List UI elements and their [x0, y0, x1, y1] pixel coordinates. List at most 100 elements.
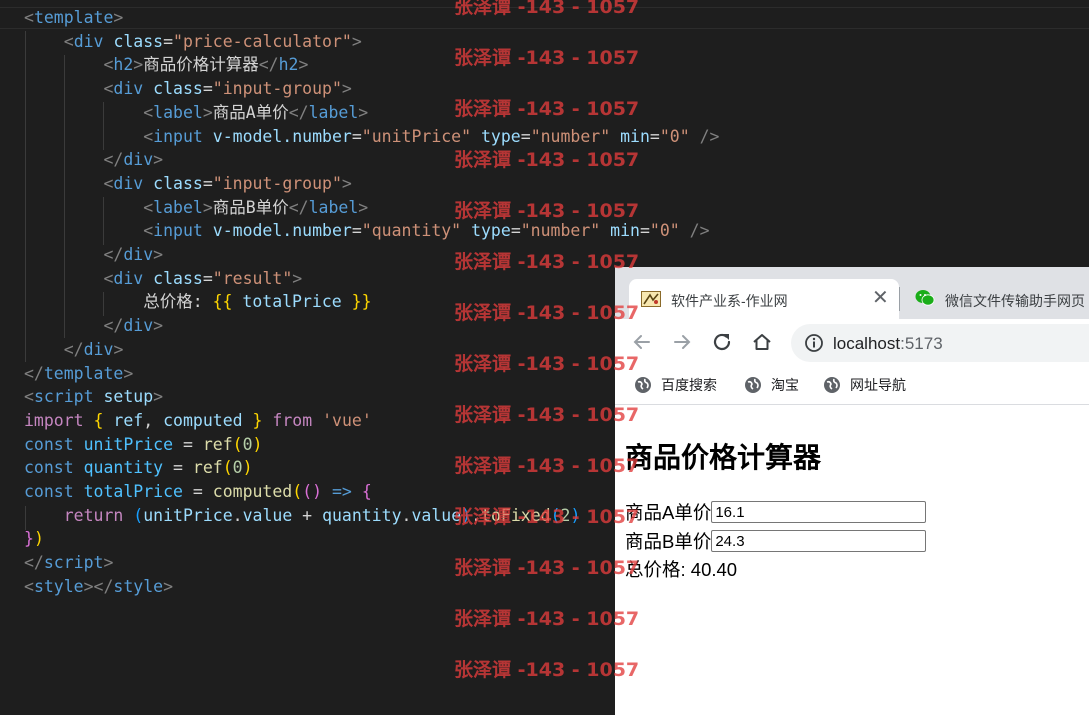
code-line: </script>: [24, 551, 113, 575]
bookmarks-bar: 百度搜索 淘宝 网址导航: [615, 367, 1089, 405]
code-token: 0: [232, 458, 243, 478]
code-token: </: [24, 363, 44, 383]
code-token: =: [173, 434, 203, 454]
code-line: }): [24, 527, 44, 551]
code-token: >: [113, 8, 124, 27]
code-token: return: [63, 505, 124, 525]
code-token: >: [123, 363, 134, 383]
unit-price-a-input[interactable]: [711, 501, 927, 523]
code-token: <: [24, 387, 34, 407]
unit-price-b-input[interactable]: [711, 530, 927, 552]
forward-arrow-icon[interactable]: [670, 330, 694, 354]
unit-price-b-label: 商品B单价: [625, 531, 712, 552]
wechat-icon: [915, 290, 935, 306]
code-token: <: [103, 55, 114, 75]
code-token: div: [123, 150, 154, 170]
code-token: >: [341, 79, 352, 99]
watermark-text: 张泽谭 -143 - 1057: [454, 0, 640, 18]
watermark-text: 张泽谭 -143 - 1057: [454, 98, 640, 120]
code-line: </div>: [24, 243, 163, 267]
code-token: >: [341, 173, 352, 193]
code-token: "0": [649, 221, 680, 241]
code-token: >: [153, 316, 164, 336]
globe-icon: [824, 377, 840, 393]
tab-title-2[interactable]: 微信文件传输助手网页: [945, 291, 1085, 311]
reload-icon[interactable]: [710, 330, 734, 354]
code-line: <div class="input-group">: [24, 172, 352, 196]
home-icon[interactable]: [750, 330, 774, 354]
code-token: .: [232, 505, 243, 525]
browser-toolbar: localhost:5173: [615, 319, 1089, 367]
browser-window[interactable]: 软件产业系-作业网 ✕ 微信文件传输助手网页 localhost:5173 百度…: [615, 267, 1089, 715]
bookmark-label: 百度搜索: [661, 377, 717, 393]
bookmark-taobao[interactable]: 淘宝: [744, 374, 799, 396]
code-token: type: [481, 126, 521, 146]
code-token: "input-group": [212, 79, 342, 99]
site-info-icon[interactable]: [803, 332, 825, 354]
watermark-text: 张泽谭 -143 - 1057: [454, 47, 640, 69]
code-token: =: [520, 126, 531, 146]
code-token: label: [153, 102, 203, 122]
globe-icon: [635, 377, 651, 393]
code-token: 商品价格计算器: [143, 55, 259, 75]
url-text[interactable]: localhost:5173: [833, 334, 943, 354]
code-token: div: [83, 339, 114, 359]
code-line: <style></style>: [24, 575, 173, 599]
code-token: =: [639, 221, 650, 241]
code-line: <div class="result">: [24, 267, 302, 291]
code-token: script: [33, 387, 94, 407]
watermark-text: 张泽谭 -143 - 1057: [454, 200, 640, 222]
code-token: "number": [530, 126, 611, 146]
code-token: >: [351, 31, 362, 51]
bookmark-baidu[interactable]: 百度搜索: [634, 374, 717, 396]
code-line: const totalPrice = computed(() => {: [24, 480, 372, 504]
code-token: class: [113, 31, 164, 51]
watermark-text: 张泽谭 -143 - 1057: [454, 608, 640, 630]
close-tab-icon[interactable]: ✕: [872, 287, 889, 309]
code-token: "quantity": [361, 221, 462, 241]
code-token: "input-group": [212, 173, 342, 193]
code-token: />: [699, 126, 720, 146]
code-token: >: [358, 102, 369, 122]
bookmark-nav[interactable]: 网址导航: [823, 374, 906, 396]
code-token: />: [689, 221, 710, 241]
code-token: </: [63, 339, 84, 359]
code-token: (: [232, 434, 243, 454]
watermark-text: 张泽谭 -143 - 1057: [454, 251, 640, 273]
code-token: quantity: [83, 458, 164, 478]
code-token: h2: [113, 55, 134, 75]
code-line: const unitPrice = ref(0): [24, 433, 262, 457]
code-token: =: [182, 482, 213, 501]
code-token: <: [63, 31, 74, 51]
code-token: 0: [242, 434, 253, 454]
code-token: </: [103, 245, 124, 264]
code-line: <label>商品A单价</label>: [24, 101, 368, 125]
watermark-text: 张泽谭 -143 - 1057: [454, 557, 640, 579]
watermark-text: 张泽谭 -143 - 1057: [454, 149, 640, 171]
code-token: {: [93, 410, 104, 430]
code-line: <div class="price-calculator">: [24, 30, 362, 54]
code-token: >: [153, 150, 164, 170]
code-token: >: [298, 55, 309, 75]
result: 总价格: 40.40: [625, 556, 737, 582]
url-host: localhost: [833, 334, 901, 353]
page-content: 商品价格计算器 商品A单价 商品B单价 总价格: 40.40: [615, 405, 1089, 715]
tab-title[interactable]: 软件产业系-作业网: [671, 291, 788, 311]
code-token: }: [24, 529, 34, 549]
code-token: class: [153, 79, 203, 99]
code-token: <: [143, 126, 154, 146]
code-token: div: [123, 245, 154, 264]
